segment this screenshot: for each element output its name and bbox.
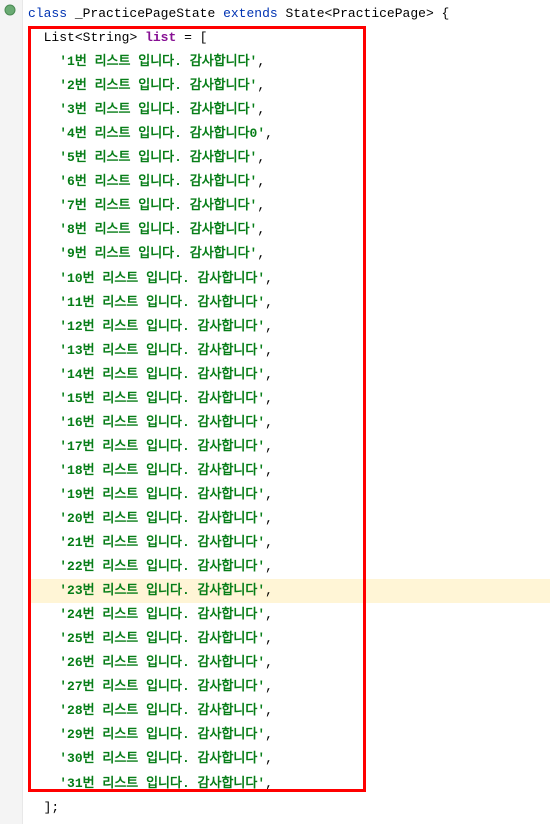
code-line[interactable]: '29번 리스트 입니다. 감사합니다', bbox=[28, 723, 550, 747]
code-line[interactable]: '5번 리스트 입니다. 감사합니다', bbox=[28, 146, 550, 170]
code-line[interactable]: '22번 리스트 입니다. 감사합니다', bbox=[28, 555, 550, 579]
override-gutter-icon bbox=[4, 4, 16, 16]
code-line[interactable]: '10번 리스트 입니다. 감사합니다', bbox=[28, 267, 550, 291]
code-line[interactable]: '25번 리스트 입니다. 감사합니다', bbox=[28, 627, 550, 651]
code-line[interactable]: '1번 리스트 입니다. 감사합니다', bbox=[28, 50, 550, 74]
code-line[interactable]: '20번 리스트 입니다. 감사합니다', bbox=[28, 507, 550, 531]
code-line[interactable]: class _PracticePageState extends State<P… bbox=[28, 2, 550, 26]
code-line[interactable]: '13번 리스트 입니다. 감사합니다', bbox=[28, 339, 550, 363]
code-line[interactable]: '3번 리스트 입니다. 감사합니다', bbox=[28, 98, 550, 122]
code-line[interactable]: '23번 리스트 입니다. 감사합니다', bbox=[28, 579, 550, 603]
code-line[interactable]: '26번 리스트 입니다. 감사합니다', bbox=[28, 651, 550, 675]
code-line[interactable]: '9번 리스트 입니다. 감사합니다', bbox=[28, 242, 550, 266]
editor-gutter bbox=[0, 0, 23, 824]
code-line[interactable]: '12번 리스트 입니다. 감사합니다', bbox=[28, 315, 550, 339]
code-line[interactable]: '21번 리스트 입니다. 감사합니다', bbox=[28, 531, 550, 555]
code-editor[interactable]: class _PracticePageState extends State<P… bbox=[0, 0, 550, 824]
code-line[interactable]: '24번 리스트 입니다. 감사합니다', bbox=[28, 603, 550, 627]
code-line[interactable]: '15번 리스트 입니다. 감사합니다', bbox=[28, 387, 550, 411]
code-content[interactable]: class _PracticePageState extends State<P… bbox=[0, 0, 550, 824]
code-line[interactable]: List<String> list = [ bbox=[28, 26, 550, 50]
code-line[interactable]: '18번 리스트 입니다. 감사합니다', bbox=[28, 459, 550, 483]
code-line[interactable]: '8번 리스트 입니다. 감사합니다', bbox=[28, 218, 550, 242]
code-line[interactable]: '28번 리스트 입니다. 감사합니다', bbox=[28, 699, 550, 723]
code-line[interactable]: '31번 리스트 입니다. 감사합니다', bbox=[28, 772, 550, 796]
code-line[interactable]: '11번 리스트 입니다. 감사합니다', bbox=[28, 291, 550, 315]
code-line[interactable]: '19번 리스트 입니다. 감사합니다', bbox=[28, 483, 550, 507]
code-line[interactable]: '6번 리스트 입니다. 감사합니다', bbox=[28, 170, 550, 194]
code-line[interactable]: '14번 리스트 입니다. 감사합니다', bbox=[28, 363, 550, 387]
code-line[interactable]: '16번 리스트 입니다. 감사합니다', bbox=[28, 411, 550, 435]
code-line[interactable]: ]; bbox=[28, 796, 550, 820]
code-line[interactable]: '2번 리스트 입니다. 감사합니다', bbox=[28, 74, 550, 98]
code-line[interactable]: '7번 리스트 입니다. 감사합니다', bbox=[28, 194, 550, 218]
code-line[interactable]: '4번 리스트 입니다. 감사합니다0', bbox=[28, 122, 550, 146]
code-line[interactable]: '30번 리스트 입니다. 감사합니다', bbox=[28, 747, 550, 771]
code-line[interactable]: '27번 리스트 입니다. 감사합니다', bbox=[28, 675, 550, 699]
code-line[interactable]: '17번 리스트 입니다. 감사합니다', bbox=[28, 435, 550, 459]
